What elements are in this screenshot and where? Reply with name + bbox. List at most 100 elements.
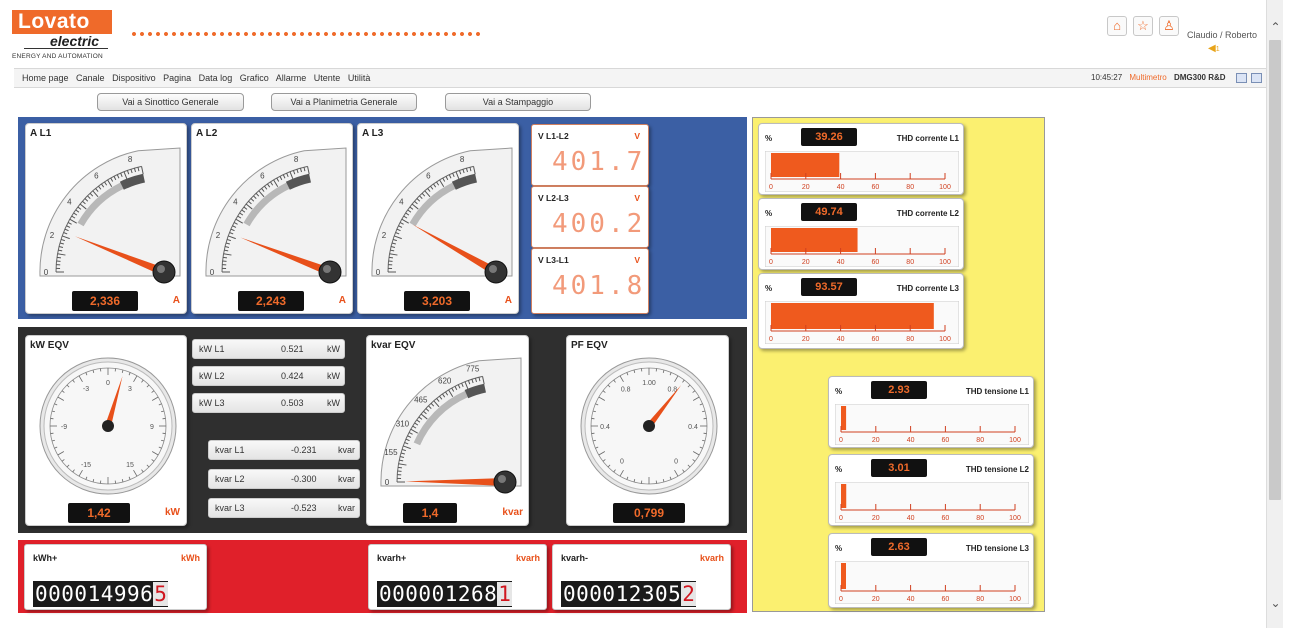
user-icon[interactable]: ♙ — [1159, 16, 1179, 36]
counter-unit: kvarh — [515, 553, 540, 563]
window-icon[interactable] — [1251, 73, 1262, 83]
goto-sinottico-button[interactable]: Vai a Sinottico Generale — [97, 93, 244, 111]
status-time: 10:45:27 — [1091, 73, 1123, 83]
row-label: kvar L1 — [215, 445, 245, 455]
voltage-card-l3-l1: V L3-L1 V 401.8 — [531, 248, 649, 314]
counter-last-digit: 1 — [497, 582, 513, 606]
user-name[interactable]: Claudio / Roberto — [1187, 30, 1257, 40]
kvar-tick-label: 155 — [384, 448, 398, 457]
kvar-hub-highlight — [498, 475, 506, 483]
gauge-value: 2,336 — [72, 291, 138, 311]
pf-title: PF EQV — [571, 340, 608, 351]
voltage-unit: V — [634, 193, 640, 203]
gauge-tick-label: 6 — [260, 171, 265, 180]
main-menu: Home page Canale Dispositivo Pagina Data… — [22, 73, 375, 83]
thd-label: THD tensione L1 — [965, 387, 1029, 396]
thd-axis-label: 60 — [942, 596, 950, 603]
status-device[interactable]: DMG300 R&D — [1174, 73, 1226, 82]
menu-allarme[interactable]: Allarme — [276, 73, 307, 83]
voltage-title: V L2-L3 — [538, 193, 569, 203]
notification-bell-icon[interactable]: ◀1 — [1208, 43, 1220, 54]
kvar-value: 1,4 — [403, 503, 457, 523]
kvar-tick-label: 310 — [396, 420, 410, 429]
scroll-up-icon[interactable]: ⌃ — [1269, 20, 1282, 34]
thd-value: 93.57 — [801, 278, 857, 296]
menu-data-log[interactable]: Data log — [199, 73, 233, 83]
kw-unit: kW — [165, 507, 180, 518]
row-label: kvar L3 — [215, 503, 245, 513]
row-label: kW L1 — [199, 344, 225, 354]
pf-eqv-card: 1.00 0.8 0.8 0.4 0.4 0 0 PF EQV 0,799 — [566, 335, 729, 526]
kw-row-l1: kW L1 0.521 kW — [192, 339, 345, 359]
lovato-logo[interactable]: Lovato electric ENERGY AND AUTOMATION — [12, 10, 124, 66]
kvar-unit: kvar — [502, 507, 523, 518]
thd-percent-symbol: % — [835, 465, 843, 474]
menu-utilita[interactable]: Utilità — [348, 73, 371, 83]
thd-bar-chart: 0 20 40 60 80 100 — [835, 561, 1029, 604]
thd-axis-label: 80 — [906, 184, 914, 191]
gauge-tick-label: 0 — [44, 268, 49, 277]
goto-stampaggio-button[interactable]: Vai a Stampaggio — [445, 93, 591, 111]
goto-planimetria-button[interactable]: Vai a Planimetria Generale — [271, 93, 417, 111]
vertical-scrollbar[interactable]: ⌃ ⌄ — [1266, 0, 1283, 628]
kvar-gauge: 0 155 310 465 620 775 — [380, 357, 522, 494]
counter-main-digits: 000001268 — [379, 582, 498, 606]
thd-axis-label: 60 — [942, 515, 950, 522]
counter-main-digits: 000012305 — [563, 582, 682, 606]
kw-dial-label: -9 — [61, 424, 67, 431]
thd-axis-label: 60 — [872, 336, 880, 343]
kw-row-l2: kW L2 0.424 kW — [192, 366, 345, 386]
gauge-hub-highlight — [157, 265, 165, 273]
scroll-thumb[interactable] — [1269, 40, 1281, 500]
menu-canale[interactable]: Canale — [76, 73, 105, 83]
home-icon[interactable]: ⌂ — [1107, 16, 1127, 36]
gauge-card-a-l3: 0 2 4 6 8 A L3 3,203 A — [357, 123, 519, 314]
thd-value: 3.01 — [871, 459, 927, 477]
menu-pagina[interactable]: Pagina — [163, 73, 191, 83]
thd-axis-label: 20 — [872, 515, 880, 522]
kw-dial-label: -3 — [83, 386, 89, 393]
kvar-eqv-card: 0 155 310 465 620 775 kvar EQV 1,4 kvar — [366, 335, 529, 526]
thd-bar-chart: 0 20 40 60 80 100 — [835, 482, 1029, 523]
star-icon[interactable]: ☆ — [1133, 16, 1153, 36]
thd-label: THD tensione L3 — [965, 544, 1029, 553]
menu-home-page[interactable]: Home page — [22, 73, 69, 83]
gauge-tick-label: 2 — [382, 231, 387, 240]
thd-axis-label: 0 — [769, 184, 773, 191]
gauge-title: A L1 — [30, 128, 52, 139]
menu-grafico[interactable]: Grafico — [240, 73, 269, 83]
thd-value: 49.74 — [801, 203, 857, 221]
binoculars-icon[interactable] — [1235, 73, 1247, 83]
voltage-value: 401.8 — [552, 271, 646, 301]
kw-eqv-card: 0 3 9 15 -15 -9 -3 kW EQV 1,42 kW — [25, 335, 187, 526]
kvar-hub — [493, 470, 517, 494]
row-label: kvar L2 — [215, 474, 245, 484]
menu-utente[interactable]: Utente — [314, 73, 341, 83]
kw-dial-label: 3 — [128, 386, 132, 393]
row-unit: kvar — [337, 503, 355, 513]
gauge-hub — [484, 260, 508, 284]
counter-unit: kWh — [181, 553, 200, 563]
gauge-card-a-l1: 0 2 4 6 8 A L1 2,336 A — [25, 123, 187, 314]
brand-name: Lovato — [12, 10, 112, 34]
gauge-tick — [56, 256, 62, 259]
voltage-title: V L1-L2 — [538, 131, 569, 141]
scroll-down-icon[interactable]: ⌄ — [1269, 596, 1282, 610]
gauge-tick-label: 6 — [426, 171, 431, 180]
menu-dispositivo[interactable]: Dispositivo — [112, 73, 156, 83]
counter-title: kvarh- — [561, 553, 589, 563]
gauge-hub — [152, 260, 176, 284]
kw-dial: 0 3 9 15 -15 -9 -3 — [39, 357, 177, 495]
thd-axis-label: 60 — [872, 259, 880, 266]
thd-axis-label: 80 — [976, 515, 984, 522]
kvar-title: kvar EQV — [371, 340, 416, 351]
thd-axis-label: 80 — [906, 336, 914, 343]
gauge-hub-highlight — [323, 265, 331, 273]
pf-dial-label: 0.4 — [688, 424, 698, 431]
pf-dial-hub — [643, 420, 655, 432]
current-gauge-l1: 0 2 4 6 8 — [39, 147, 181, 284]
voltage-card-l2-l3: V L2-L3 V 400.2 — [531, 186, 649, 248]
thd-axis-label: 60 — [872, 184, 880, 191]
kvar-tick-label: 465 — [414, 395, 428, 404]
status-mode[interactable]: Multimetro — [1129, 73, 1166, 82]
